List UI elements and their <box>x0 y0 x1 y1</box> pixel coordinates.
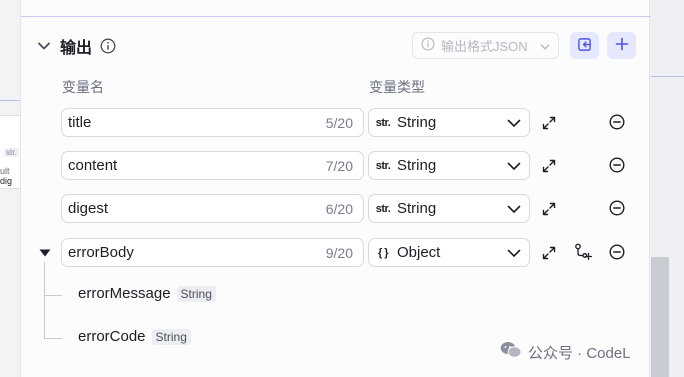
expand-icon[interactable] <box>539 243 559 263</box>
variable-name-value: content <box>68 157 118 174</box>
variable-type-value: Object <box>397 244 441 261</box>
remove-variable-icon[interactable] <box>607 242 627 262</box>
variable-name-value: errorBody <box>68 244 134 261</box>
variable-type-select[interactable]: str. String <box>368 151 530 180</box>
output-format-json-button[interactable]: 输出格式JSON <box>412 32 559 59</box>
chevron-down-icon <box>507 245 521 261</box>
variable-name-input[interactable]: content 7/20 <box>61 151 364 180</box>
canvas-type-tag: str. <box>4 148 19 157</box>
char-count: 6/20 <box>325 200 353 217</box>
expand-icon[interactable] <box>539 199 559 219</box>
tree-connector <box>44 295 62 296</box>
info-icon <box>421 37 435 54</box>
variable-type-select[interactable]: { } Object <box>368 238 530 267</box>
string-type-icon: str. <box>375 202 391 215</box>
watermark: 公众号 · CodeL <box>500 341 631 363</box>
column-header-variable-name: 变量名 <box>62 79 104 95</box>
canvas-text-word: dig <box>0 176 13 186</box>
collapse-triangle-icon[interactable] <box>35 243 55 263</box>
child-variable-item[interactable]: errorMessage String <box>78 285 216 302</box>
tree-connector <box>44 262 45 339</box>
variable-name-input[interactable]: digest 6/20 <box>61 194 364 223</box>
child-type-badge: String <box>176 285 216 302</box>
char-count: 7/20 <box>325 157 353 174</box>
variable-name-value: title <box>68 114 92 131</box>
remove-variable-icon[interactable] <box>607 155 627 175</box>
remove-variable-icon[interactable] <box>607 198 627 218</box>
scrollbar-thumb[interactable] <box>651 257 669 377</box>
variable-type-value: String <box>397 157 437 174</box>
remove-variable-icon[interactable] <box>607 112 627 132</box>
add-variable-button[interactable] <box>607 32 636 59</box>
variable-type-value: String <box>397 114 437 131</box>
add-child-icon[interactable] <box>573 242 593 262</box>
variable-name-value: digest <box>68 200 109 217</box>
canvas-connector-line <box>0 100 20 101</box>
canvas-connector-line-right <box>651 76 684 77</box>
string-type-icon: str. <box>375 116 391 129</box>
canvas-fragment: str. ult dig <box>0 0 20 377</box>
variable-name-input[interactable]: title 5/20 <box>61 108 364 137</box>
output-format-label: 输出格式JSON <box>441 39 528 54</box>
variable-type-select[interactable]: str. String <box>368 108 530 137</box>
child-variable-name: errorCode <box>78 328 146 345</box>
variable-type-select[interactable]: str. String <box>368 194 530 223</box>
canvas-text-prefix: ult <box>0 166 10 176</box>
import-button[interactable] <box>570 32 599 59</box>
output-section-header: 输出 <box>36 32 116 60</box>
chevron-down-icon <box>507 201 521 217</box>
variable-type-value: String <box>397 200 437 217</box>
chevron-down-icon <box>507 158 521 174</box>
child-variable-item[interactable]: errorCode String <box>78 328 191 345</box>
chevron-down-icon[interactable] <box>36 38 52 54</box>
panel-divider <box>21 16 651 17</box>
child-variable-name: errorMessage <box>78 285 171 302</box>
object-type-icon: { } <box>377 246 389 259</box>
scroll-area <box>651 0 684 377</box>
watermark-text: 公众号 · CodeL <box>528 344 631 362</box>
expand-icon[interactable] <box>539 156 559 176</box>
plus-icon <box>615 37 629 54</box>
chevron-down-icon <box>540 38 550 53</box>
import-icon <box>577 37 592 55</box>
info-icon[interactable] <box>100 38 116 54</box>
expand-icon[interactable] <box>539 113 559 133</box>
tree-connector <box>44 338 62 339</box>
variable-name-input[interactable]: errorBody 9/20 <box>61 238 364 267</box>
chevron-down-icon <box>507 115 521 131</box>
char-count: 9/20 <box>325 244 353 261</box>
column-header-variable-type: 变量类型 <box>369 79 425 95</box>
canvas-text-fragment: ult dig <box>0 166 20 186</box>
char-count: 5/20 <box>325 114 353 131</box>
section-title: 输出 <box>60 40 93 57</box>
wechat-icon <box>500 341 522 363</box>
string-type-icon: str. <box>375 159 391 172</box>
child-type-badge: String <box>151 328 191 345</box>
